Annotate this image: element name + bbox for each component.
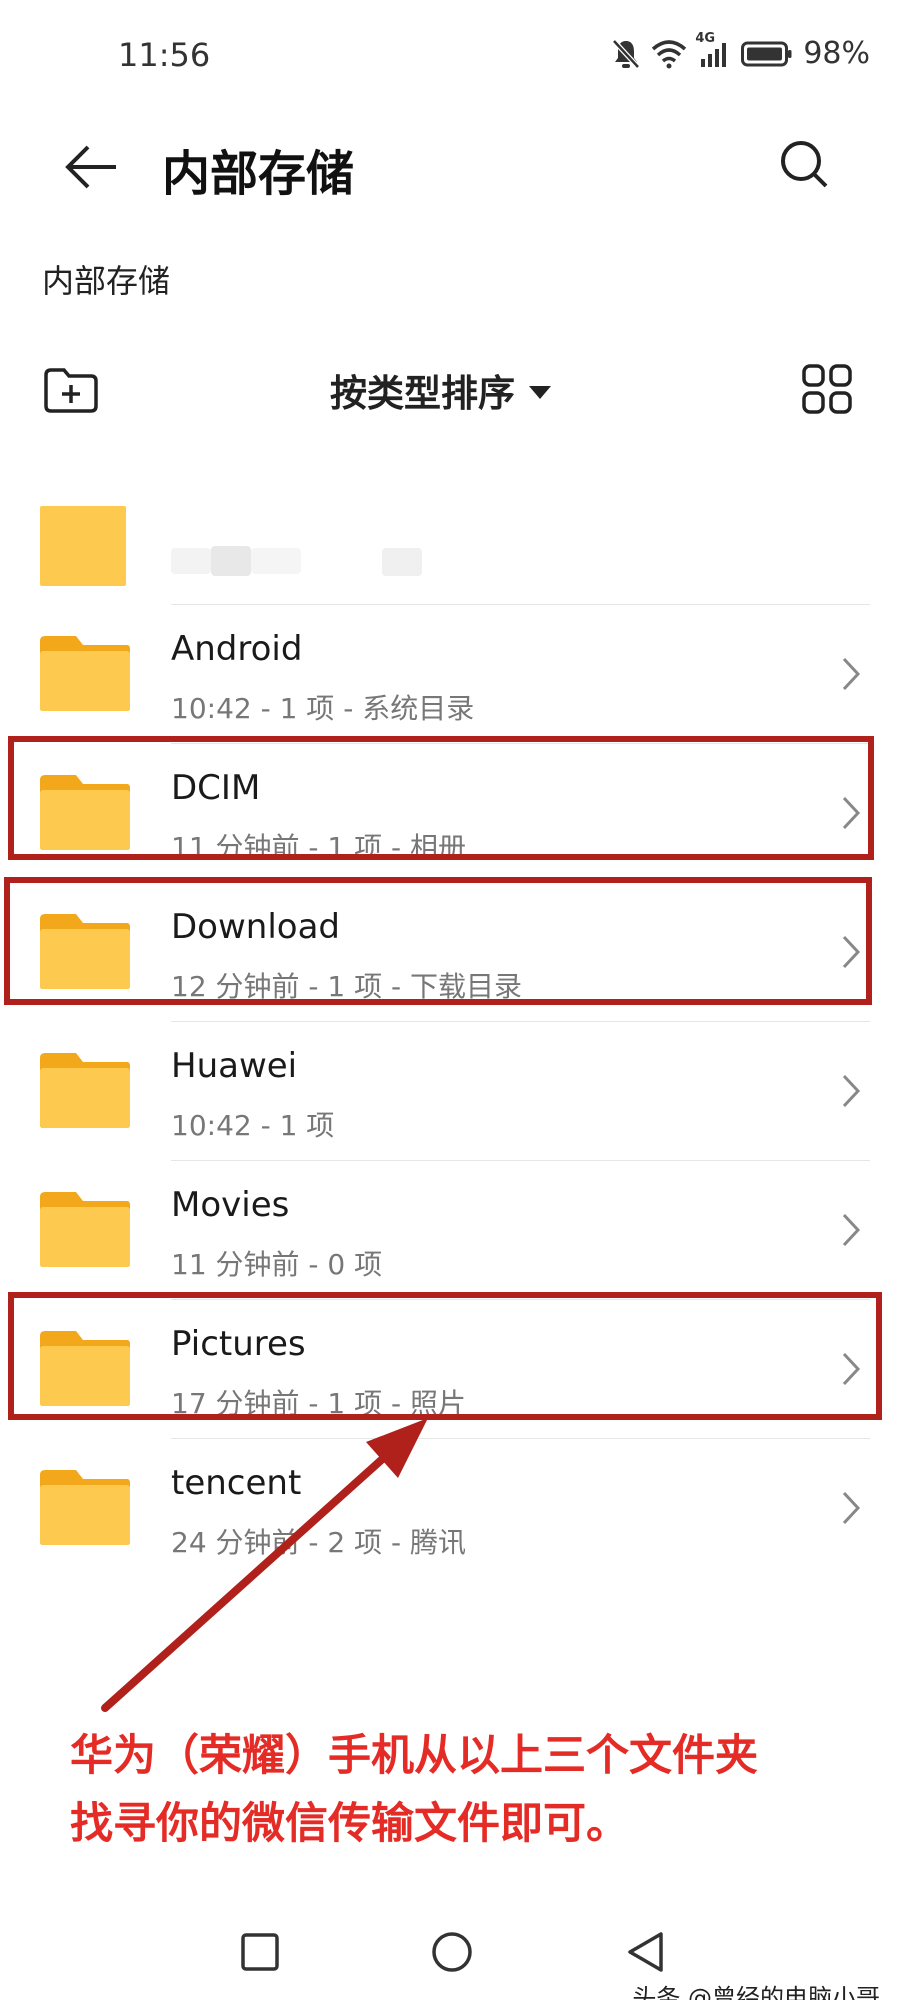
watermark: 头条 @曾经的电脑小哥 — [632, 1984, 880, 2000]
annotation-arrow — [101, 1418, 428, 1712]
back-nav-button[interactable] — [618, 1924, 674, 1980]
recent-apps-icon — [241, 1933, 279, 1971]
annotation-line-2: 找寻你的微信传输文件即可。 — [70, 1799, 629, 1849]
back-triangle-icon — [628, 1932, 663, 1972]
recent-apps-button[interactable] — [232, 1924, 288, 1980]
home-button[interactable] — [424, 1924, 480, 1980]
annotation-text: 华为（荣耀）手机从以上三个文件夹 找寻你的微信传输文件即可。 — [70, 1722, 870, 1858]
annotation-line-1: 华为（荣耀）手机从以上三个文件夹 — [70, 1731, 758, 1781]
home-icon — [432, 1932, 472, 1972]
